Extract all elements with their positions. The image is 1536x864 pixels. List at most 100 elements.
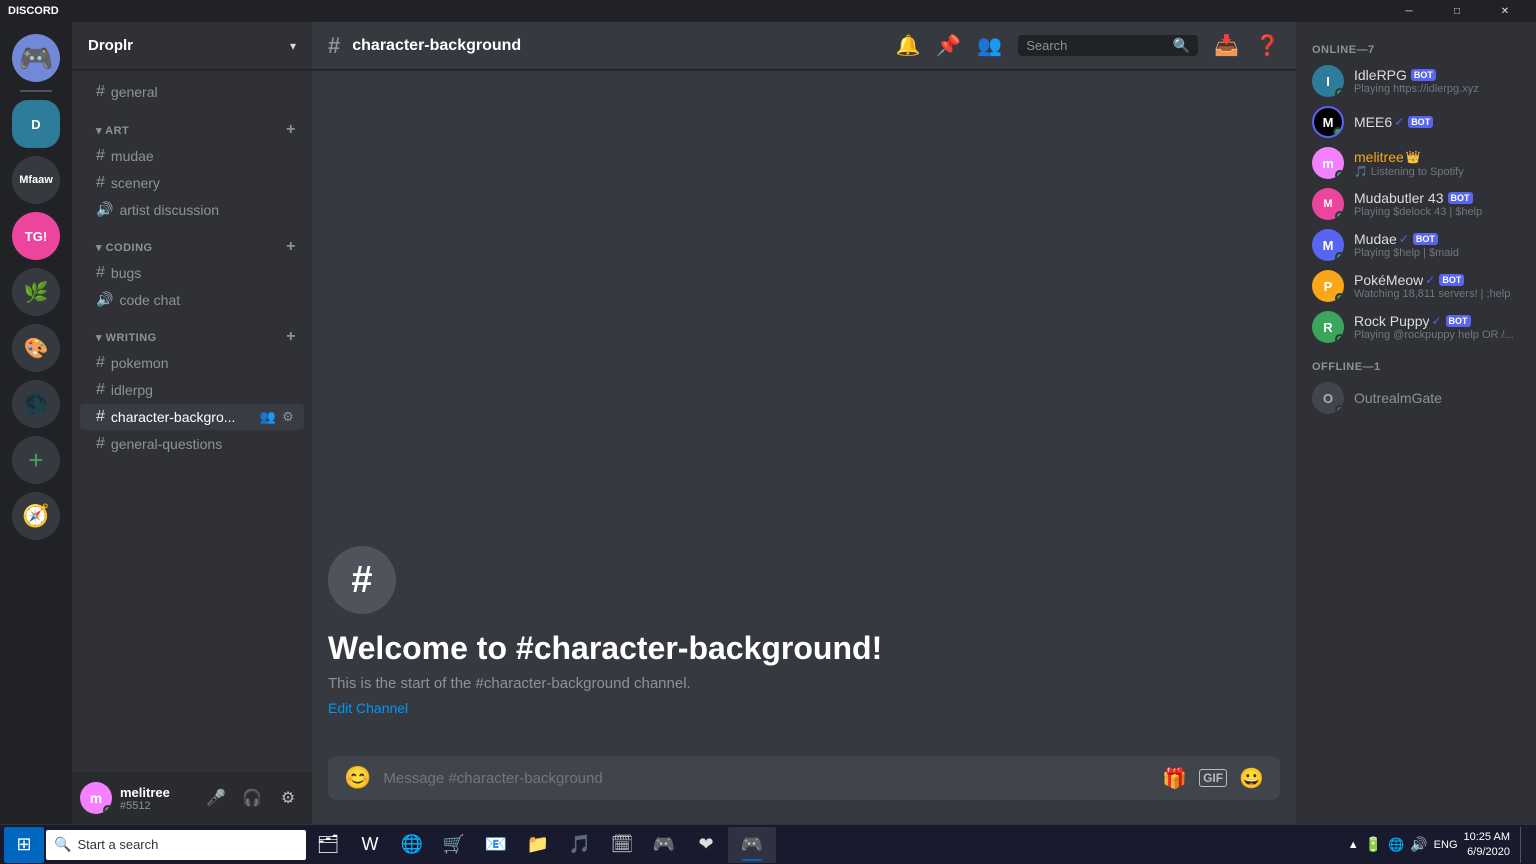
server-name-header[interactable]: Droplr ▾ — [72, 22, 312, 70]
taskbar-app-store[interactable]: 🛒 — [434, 827, 474, 863]
taskbar-app-explorer[interactable]: 📁 — [518, 827, 558, 863]
taskbar-app-mail[interactable]: 📧 — [476, 827, 516, 863]
add-server-button[interactable]: + — [12, 436, 60, 484]
member-icon[interactable]: 👥 — [260, 409, 276, 425]
category-art[interactable]: ▾ ART + — [80, 106, 304, 142]
inbox-button[interactable]: 📥 — [1214, 33, 1239, 58]
add-coding-channel-icon[interactable]: + — [286, 239, 296, 255]
member-name: MEE6 — [1354, 114, 1392, 130]
mute-button[interactable]: 🎤 — [200, 782, 232, 814]
volume-icon[interactable]: 🔊 — [1410, 836, 1427, 853]
member-item-rockpuppy[interactable]: R Rock Puppy ✓ BOT Playing @rockpuppy he… — [1304, 307, 1528, 347]
hash-icon: # — [96, 354, 105, 372]
message-input[interactable] — [383, 770, 1154, 787]
taskbar-app-discord[interactable]: 🎮 — [728, 827, 776, 863]
status-online — [1335, 170, 1344, 179]
taskbar-datetime[interactable]: 10:25 AM 6/9/2020 — [1464, 830, 1510, 859]
pin-button[interactable]: 📌 — [936, 33, 961, 58]
taskbar-up-arrow[interactable]: ▲ — [1348, 839, 1359, 851]
member-item-mudabutler[interactable]: M Mudabutler 43 BOT Playing $delock 43 |… — [1304, 184, 1528, 224]
member-name: Mudae — [1354, 231, 1397, 247]
taskbar-app-spotify[interactable]: 🎵 — [560, 827, 600, 863]
welcome-desc: This is the start of the #character-back… — [328, 675, 1280, 692]
taskbar-app-health[interactable]: ❤ — [686, 827, 726, 863]
explore-servers-button[interactable]: 🧭 — [12, 492, 60, 540]
channel-item-idlerpg[interactable]: # idlerpg — [80, 377, 304, 403]
member-item-mudae[interactable]: M Mudae ✓ BOT Playing $help | $maid — [1304, 225, 1528, 265]
member-name-row: MEE6 ✓ BOT — [1354, 114, 1520, 130]
titlebar: DISCORD ─ □ ✕ — [0, 0, 1536, 22]
show-desktop-button[interactable] — [1520, 827, 1524, 863]
notifications-button[interactable]: 🔔 — [895, 33, 920, 58]
emoji-button[interactable]: 😀 — [1239, 766, 1264, 791]
member-name-row: melitree 👑 — [1354, 149, 1520, 165]
droplr-avatar: D — [31, 117, 40, 132]
server-icon-discord[interactable]: 🎮 — [12, 34, 60, 82]
server-icon-ws[interactable]: 🌿 — [12, 268, 60, 316]
gift-button[interactable]: 🎁 — [1162, 766, 1187, 791]
member-item-outrealmgate[interactable]: O OutrealmGate — [1304, 378, 1528, 418]
start-button[interactable]: ⊞ — [4, 827, 44, 863]
taskbar-app-word[interactable]: W — [350, 827, 390, 863]
channel-item-bugs[interactable]: # bugs — [80, 260, 304, 286]
server-icon-colorful[interactable]: 🎨 — [12, 324, 60, 372]
member-item-mee6[interactable]: M MEE6 ✓ BOT — [1304, 102, 1528, 142]
search-bar[interactable]: Search 🔍 — [1018, 35, 1198, 56]
voice-icon: 🔊 — [96, 201, 113, 218]
maximize-button[interactable]: □ — [1434, 0, 1480, 22]
add-writing-channel-icon[interactable]: + — [286, 329, 296, 345]
member-info: PokéMeow ✓ BOT Watching 18,811 servers! … — [1354, 272, 1520, 300]
taskbar-app-edge[interactable]: 🌐 — [392, 827, 432, 863]
status-online — [1335, 252, 1344, 261]
hash-icon: # — [96, 264, 105, 282]
settings-button[interactable]: ⚙ — [272, 782, 304, 814]
category-coding-label: ▾ CODING — [96, 241, 153, 254]
welcome-hash-icon: # — [328, 546, 396, 614]
keyboard-lang: ENG — [1434, 839, 1458, 851]
bot-badge: BOT — [1448, 192, 1473, 204]
server-icon-tg[interactable]: TG! — [12, 212, 60, 260]
taskbar-app-task-view[interactable]: 🗂 — [308, 827, 348, 863]
channel-item-code-chat[interactable]: 🔊 code chat — [80, 287, 304, 312]
category-art-label: ▾ ART — [96, 124, 129, 137]
deafen-button[interactable]: 🎧 — [236, 782, 268, 814]
channel-item-scenery[interactable]: # scenery — [80, 170, 304, 196]
channel-item-character-background[interactable]: # character-backgro... 👥 ⚙ — [80, 404, 304, 430]
channel-item-general-questions[interactable]: # general-questions — [80, 431, 304, 457]
settings-icon[interactable]: ⚙ — [280, 409, 296, 425]
member-info: MEE6 ✓ BOT — [1354, 114, 1520, 130]
hash-icon: # — [96, 408, 105, 426]
server-icon-dark[interactable]: 🌑 — [12, 380, 60, 428]
taskbar-apps: 🗂 W 🌐 🛒 📧 📁 🎵 🗓 🎮 ❤ 🎮 — [308, 827, 776, 863]
member-item-melitree[interactable]: m melitree 👑 🎵 Listening to Spotify — [1304, 143, 1528, 183]
channel-item-artist-discussion[interactable]: 🔊 artist discussion — [80, 197, 304, 222]
gif-button[interactable]: GIF — [1199, 769, 1227, 787]
category-writing[interactable]: ▾ WRITING + — [80, 313, 304, 349]
hash-icon: # — [96, 174, 105, 192]
member-info: IdleRPG BOT Playing https://idlerpg.xyz — [1354, 67, 1520, 95]
channel-item-mudae[interactable]: # mudae — [80, 143, 304, 169]
edit-channel-link[interactable]: Edit Channel — [328, 700, 408, 716]
header-actions: 🔔 📌 👥 Search 🔍 📥 ❓ — [895, 33, 1280, 58]
members-button[interactable]: 👥 — [977, 33, 1002, 58]
close-button[interactable]: ✕ — [1482, 0, 1528, 22]
member-avatar-melitree: m — [1312, 147, 1344, 179]
taskbar-search-bar[interactable]: 🔍 Start a search — [46, 830, 306, 860]
member-item-pokemeow[interactable]: P PokéMeow ✓ BOT Watching 18,811 servers… — [1304, 266, 1528, 306]
add-art-channel-icon[interactable]: + — [286, 122, 296, 138]
category-coding[interactable]: ▾ CODING + — [80, 223, 304, 259]
taskbar-app-game[interactable]: 🎮 — [644, 827, 684, 863]
channel-name: general-questions — [111, 436, 296, 452]
channel-item-general[interactable]: # general — [80, 79, 304, 105]
avatar-letter: m — [90, 790, 102, 806]
minimize-button[interactable]: ─ — [1386, 0, 1432, 22]
taskbar-app-teams[interactable]: 🗓 — [602, 827, 642, 863]
server-icon-droplr[interactable]: D — [12, 100, 60, 148]
server-icon-mfaaw[interactable]: Mfaaw — [12, 156, 60, 204]
emoji-add-button[interactable]: 😊 — [344, 765, 371, 791]
channel-item-pokemon[interactable]: # pokemon — [80, 350, 304, 376]
category-writing-label: ▾ WRITING — [96, 331, 157, 344]
member-item-idlerpg[interactable]: I IdleRPG BOT Playing https://idlerpg.xy… — [1304, 61, 1528, 101]
help-button[interactable]: ❓ — [1255, 33, 1280, 58]
chat-area: # Welcome to #character-background! This… — [312, 70, 1296, 824]
